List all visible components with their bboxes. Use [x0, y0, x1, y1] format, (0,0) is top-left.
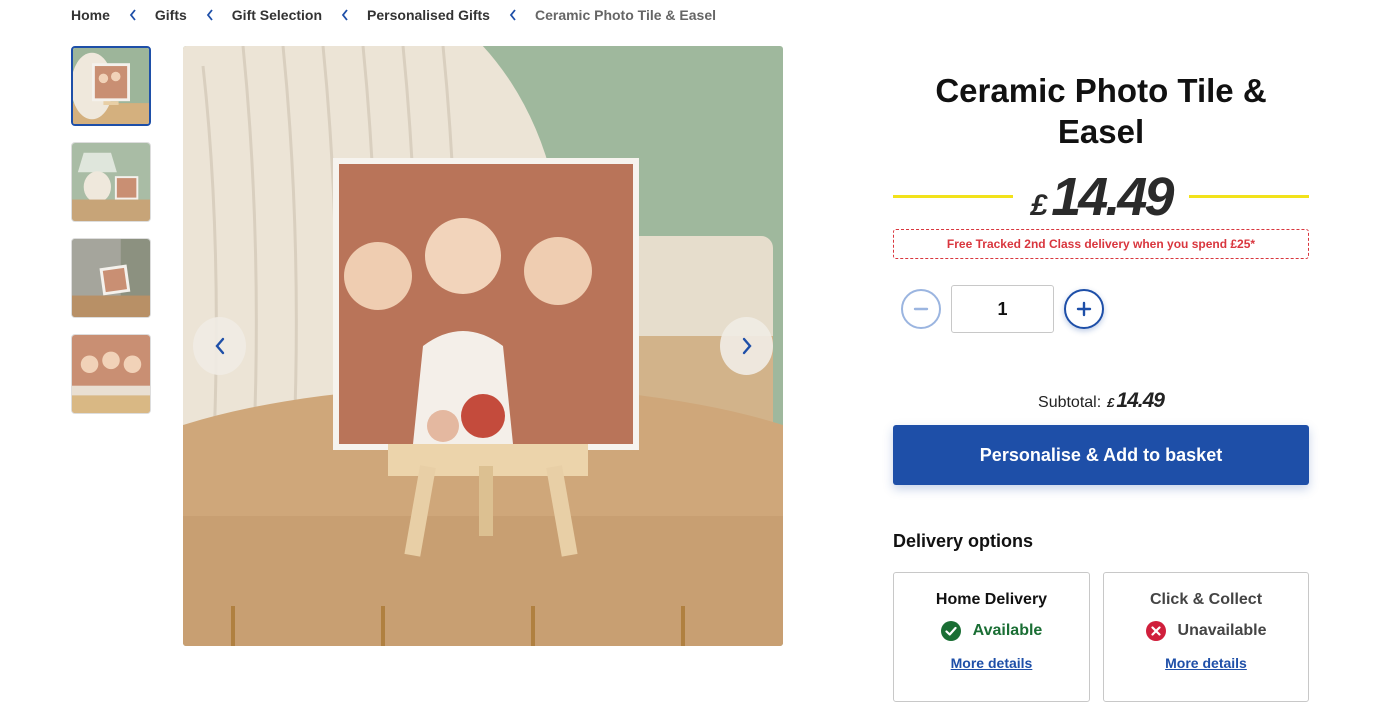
click-and-collect-status: Unavailable	[1104, 621, 1308, 641]
chevron-left-icon	[206, 9, 214, 21]
home-delivery-status-text: Available	[972, 622, 1043, 639]
price-amount: 14.49	[1051, 167, 1174, 227]
price-divider-left	[893, 195, 1013, 198]
chevron-left-icon	[341, 9, 349, 21]
breadcrumb-gifts[interactable]: Gifts	[155, 7, 187, 23]
check-circle-icon	[940, 621, 961, 641]
click-and-collect-status-text: Unavailable	[1177, 622, 1267, 639]
chevron-left-icon	[129, 9, 137, 21]
chevron-right-icon	[742, 337, 752, 355]
breadcrumb-personalised-gifts[interactable]: Personalised Gifts	[367, 7, 490, 23]
subtotal-currency: £	[1107, 395, 1115, 410]
next-image-button[interactable]	[720, 317, 773, 375]
personalise-add-to-basket-button[interactable]: Personalise & Add to basket	[893, 425, 1309, 485]
thumbnail-tile-on-easel[interactable]	[71, 46, 151, 126]
delivery-options-heading: Delivery options	[893, 531, 1034, 551]
thumbnail-lamp-and-tile[interactable]	[71, 142, 151, 222]
chevron-left-icon	[214, 337, 224, 355]
quantity-stepper	[901, 285, 1309, 333]
price-row: £ 14.49	[893, 167, 1309, 227]
minus-icon	[913, 307, 929, 311]
product-image	[183, 46, 783, 646]
price-divider-right	[1189, 195, 1309, 198]
product-info: Ceramic Photo Tile & Easel £ 14.49 Free …	[893, 70, 1309, 702]
quantity-input[interactable]	[951, 285, 1054, 333]
price-currency: £	[1030, 189, 1048, 222]
cross-circle-icon	[1145, 621, 1166, 641]
home-delivery-status: Available	[894, 621, 1089, 641]
home-delivery-option: Home Delivery Available More details	[893, 572, 1090, 702]
product-photo	[183, 46, 783, 646]
subtotal-label: Subtotal:	[1038, 394, 1102, 411]
subtotal-amount: 14.49	[1116, 389, 1165, 412]
home-delivery-more-details-link[interactable]: More details	[951, 655, 1033, 671]
breadcrumb: Home Gifts Gift Selection Personalised G…	[71, 7, 716, 23]
breadcrumb-home[interactable]: Home	[71, 7, 110, 23]
thumbnail-tile-on-chair[interactable]	[71, 238, 151, 318]
plus-icon	[1076, 301, 1092, 317]
home-delivery-title: Home Delivery	[935, 591, 1048, 608]
click-and-collect-title: Click & Collect	[1149, 591, 1263, 608]
product-title: Ceramic Photo Tile & Easel	[935, 72, 1267, 150]
breadcrumb-gift-selection[interactable]: Gift Selection	[232, 7, 322, 23]
delivery-options: Home Delivery Available More details Cli…	[893, 572, 1309, 702]
breadcrumb-current: Ceramic Photo Tile & Easel	[534, 7, 716, 23]
click-and-collect-option: Click & Collect Unavailable More details	[1103, 572, 1309, 702]
decrease-quantity-button[interactable]	[901, 289, 941, 329]
previous-image-button[interactable]	[193, 317, 246, 375]
thumbnail-tile-close-up[interactable]	[71, 334, 151, 414]
thumbnail-list	[71, 46, 151, 430]
product-price: £ 14.49	[1030, 166, 1175, 228]
subtotal: Subtotal: £ 14.49	[893, 389, 1309, 413]
chevron-left-icon	[509, 9, 517, 21]
click-and-collect-more-details-link[interactable]: More details	[1165, 655, 1247, 671]
increase-quantity-button[interactable]	[1064, 289, 1104, 329]
free-delivery-banner: Free Tracked 2nd Class delivery when you…	[893, 229, 1309, 259]
